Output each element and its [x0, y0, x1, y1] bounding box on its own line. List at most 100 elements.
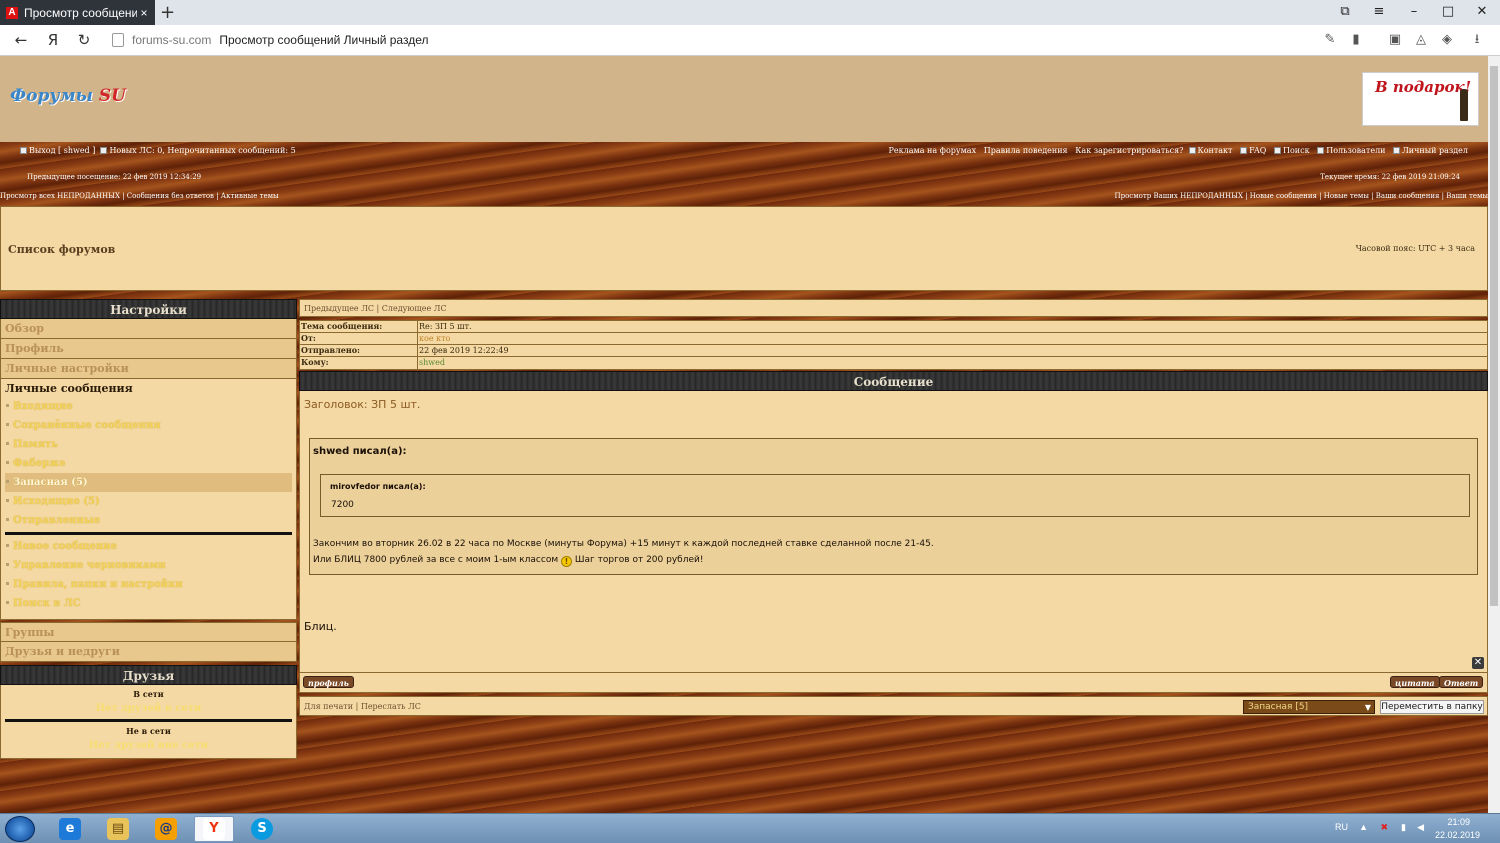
- reply-button[interactable]: Ответ: [1439, 676, 1484, 688]
- maximize-icon[interactable]: □: [1436, 4, 1460, 19]
- signal-icon[interactable]: ▮: [1401, 822, 1406, 833]
- new-pm-link[interactable]: Новых ЛС: 0, Непрочитанных сообщений: 5: [109, 146, 295, 155]
- info-key: Тема сообщения:: [300, 321, 418, 332]
- tray-expand-icon[interactable]: ▲: [1359, 822, 1368, 832]
- skype-icon: S: [251, 818, 273, 840]
- friends-box: В сети Нет друзей в сети Не в сети Нет д…: [0, 685, 297, 759]
- sender-link[interactable]: кое кто: [418, 333, 450, 344]
- folder-select-value: Запасная [5]: [1248, 702, 1309, 712]
- volume-icon[interactable]: ◀: [1417, 822, 1424, 833]
- download-icon[interactable]: ⭳: [1469, 33, 1485, 47]
- camera-icon[interactable]: ▣: [1387, 33, 1403, 47]
- move-to-folder-button[interactable]: Переместить в папку: [1380, 700, 1484, 714]
- profile-button[interactable]: профиль: [303, 676, 354, 688]
- start-button[interactable]: [5, 816, 35, 842]
- folder-sent[interactable]: Отправленные: [5, 511, 292, 530]
- quote-author: mirovfedor писал(а):: [330, 482, 426, 491]
- faq-link[interactable]: FAQ: [1249, 146, 1266, 155]
- new-tab-button[interactable]: +: [160, 2, 175, 23]
- rules-folders-link[interactable]: Правила, папки и настройки: [5, 575, 292, 594]
- back-icon[interactable]: ←: [10, 31, 32, 49]
- taskbar-yandex[interactable]: Y: [194, 816, 234, 842]
- folder-spare[interactable]: Запасная (5): [5, 473, 292, 492]
- url-field[interactable]: forums-su.com Просмотр сообщений Личный р…: [112, 33, 428, 47]
- quote-line-part: Или БЛИЦ 7800 рублей за все с моим 1-ым …: [313, 555, 559, 565]
- folder-inbox[interactable]: Входящие: [5, 397, 292, 416]
- mail-icon: @: [155, 818, 177, 840]
- breadcrumb: Список форумов Часовой пояс: UTC + 3 час…: [0, 206, 1488, 291]
- menu-icon[interactable]: ≡: [1367, 4, 1391, 19]
- protect-icon[interactable]: ✎: [1322, 33, 1338, 47]
- sidebar-item-friends[interactable]: Друзья и недруги: [0, 642, 297, 662]
- bookmarks-icon[interactable]: ⧉: [1333, 4, 1357, 19]
- rules-link[interactable]: Правила поведения: [984, 146, 1068, 155]
- recipient-link[interactable]: shwed: [418, 357, 445, 369]
- folder-faberge[interactable]: Фаберже: [5, 454, 292, 473]
- scrollbar[interactable]: [1488, 56, 1500, 813]
- close-tab-icon[interactable]: ×: [137, 6, 151, 20]
- ads-link[interactable]: Реклама на форумах: [889, 146, 977, 155]
- divider: [5, 719, 292, 722]
- sidebar-item-profile[interactable]: Профиль: [0, 339, 297, 359]
- browser-tab[interactable]: A Просмотр сообщений / ×: [0, 0, 155, 25]
- folder-saved[interactable]: Сохранённые сообщения: [5, 416, 292, 435]
- clock-date[interactable]: 22.02.2019: [1435, 830, 1480, 840]
- taskbar-skype[interactable]: S: [242, 816, 282, 842]
- ucp-icon: [1393, 147, 1401, 154]
- taskbar-ie[interactable]: e: [50, 816, 90, 842]
- bookmark-icon[interactable]: ▮: [1348, 33, 1364, 47]
- sidebar-item-prefs[interactable]: Личные настройки: [0, 359, 297, 379]
- yandex-icon[interactable]: Я: [42, 31, 64, 49]
- folder-outbox[interactable]: Исходящие (5): [5, 492, 292, 511]
- quicklinks-right[interactable]: Просмотр Ваших НЕПРОДАННЫХ | Новые сообщ…: [1114, 192, 1488, 200]
- vpn-icon[interactable]: ◬: [1413, 33, 1429, 47]
- forum-logo[interactable]: Форумы SU: [10, 86, 126, 106]
- quicklinks-left[interactable]: Просмотр всех НЕПРОДАННЫХ | Сообщения бе…: [0, 192, 279, 200]
- search-link[interactable]: Поиск: [1283, 146, 1310, 155]
- sidebar-item-overview[interactable]: Обзор: [0, 319, 297, 339]
- forum-list-link[interactable]: Список форумов: [8, 243, 115, 256]
- users-link[interactable]: Пользователи: [1326, 146, 1385, 155]
- clock-time[interactable]: 21:09: [1447, 817, 1470, 827]
- gift-banner[interactable]: В подарок!: [1362, 72, 1479, 126]
- scrollbar-thumb[interactable]: [1490, 66, 1498, 606]
- current-time: Текущее время: 22 фев 2019 21:09:24: [1320, 173, 1460, 181]
- taskbar-mail[interactable]: @: [146, 816, 186, 842]
- exclaim-smiley-icon: !: [561, 556, 572, 567]
- shield-icon[interactable]: ◈: [1439, 33, 1455, 47]
- pm-icon: [100, 147, 108, 154]
- folder-select[interactable]: Запасная [5] ▼: [1243, 700, 1375, 714]
- pm-navigation[interactable]: Предыдущее ЛС | Следующее ЛС: [299, 299, 1488, 317]
- quote-line-2: Или БЛИЦ 7800 рублей за все с моим 1-ым …: [313, 555, 703, 567]
- logo-su: SU: [98, 86, 127, 106]
- print-forward-links[interactable]: Для печати | Переслать ЛС: [304, 702, 421, 711]
- quote-line: Закончим во вторник 26.02 в 22 часа по М…: [313, 539, 934, 549]
- pm-search-link[interactable]: Поиск в ЛС: [5, 594, 292, 613]
- minimize-icon[interactable]: –: [1402, 4, 1426, 19]
- contact-link[interactable]: Контакт: [1198, 146, 1233, 155]
- faq-icon: [1240, 147, 1248, 154]
- ucp-link[interactable]: Личный раздел: [1402, 146, 1468, 155]
- quote-author: shwed писал(а):: [313, 446, 407, 457]
- logout-link[interactable]: Выход [ shwed ]: [29, 146, 95, 155]
- sidebar-item-groups[interactable]: Группы: [0, 622, 297, 642]
- taskbar-explorer[interactable]: ▤: [98, 816, 138, 842]
- yandex-browser-icon: Y: [203, 818, 225, 840]
- message-actions: профиль цитата Ответ: [299, 673, 1488, 693]
- online-label: В сети: [133, 689, 164, 699]
- folder-icon: ▤: [107, 818, 129, 840]
- close-window-icon[interactable]: ✕: [1470, 4, 1494, 19]
- search-icon: [1273, 147, 1281, 154]
- new-message-link[interactable]: Новое сообщение: [5, 537, 292, 556]
- quote-button[interactable]: цитата: [1390, 676, 1440, 688]
- delete-icon[interactable]: ✕: [1472, 657, 1484, 669]
- language-indicator[interactable]: RU: [1335, 822, 1348, 832]
- register-howto-link[interactable]: Как зарегистрироваться?: [1075, 146, 1183, 155]
- divider: [5, 532, 292, 535]
- drafts-link[interactable]: Управление черновиками: [5, 556, 292, 575]
- reload-icon[interactable]: ↻: [73, 31, 95, 49]
- network-error-icon[interactable]: ✖: [1380, 822, 1388, 833]
- ucp-sidebar: Настройки Обзор Профиль Личные настройки…: [0, 299, 297, 759]
- folder-memory[interactable]: Память: [5, 435, 292, 454]
- site-favicon: A: [6, 6, 18, 19]
